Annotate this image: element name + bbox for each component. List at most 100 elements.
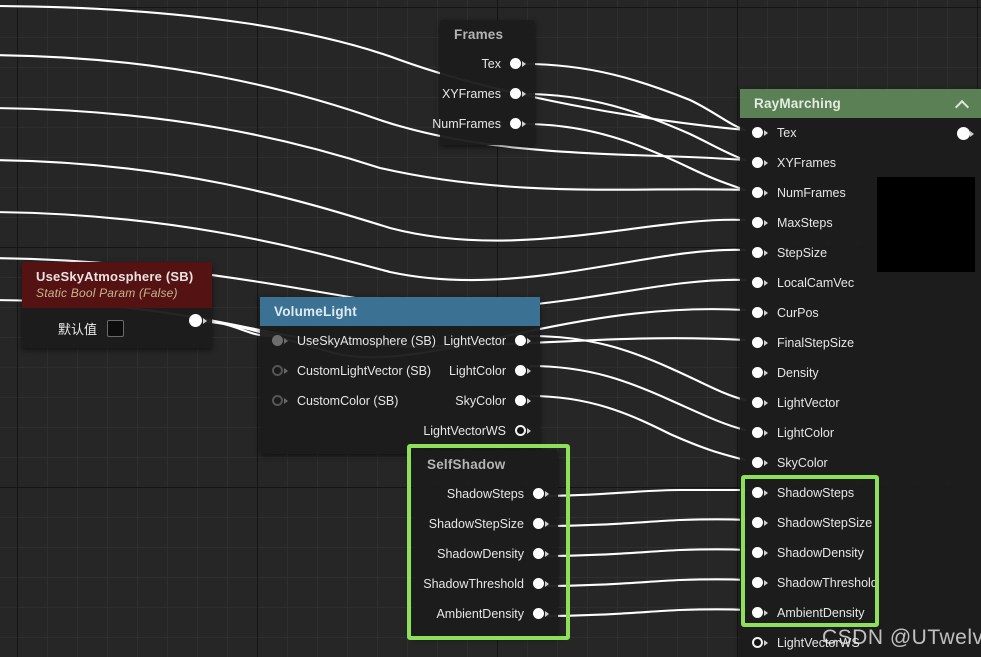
node-ray-marching-title: RayMarching xyxy=(754,96,841,111)
pin-customlightvector-in[interactable] xyxy=(272,364,288,378)
pin-row-rm-lightvectorws[interactable]: LightVectorWS xyxy=(740,628,981,657)
pin-label-lightvector-out: LightVector xyxy=(443,334,506,348)
pin-label-shadowstepsize-out: ShadowStepSize xyxy=(428,517,524,531)
pin-label-skycolor-out: SkyColor xyxy=(455,394,506,408)
node-use-sky-atmosphere-header[interactable]: UseSkyAtmosphere (SB) Static Bool Param … xyxy=(22,262,212,308)
pin-row-rm-lightcolor[interactable]: LightColor xyxy=(740,418,981,448)
pin-usesky-in[interactable] xyxy=(272,334,288,348)
pin-row-shadowdensity-out[interactable]: ShadowDensity xyxy=(413,539,558,569)
pin-label-rm-shadowdensity: ShadowDensity xyxy=(777,546,864,560)
pin-row-lightcolor-out[interactable]: LightColor xyxy=(390,356,540,386)
pin-label-shadowsteps-out: ShadowSteps xyxy=(446,487,524,501)
pin-label-rm-density: Density xyxy=(777,366,819,380)
node-volume-light-outputs: LightVector LightColor SkyColor LightVec… xyxy=(390,326,540,446)
pin-rm-lightvector[interactable] xyxy=(752,396,768,410)
pin-row-rm-finalstepsize[interactable]: FinalStepSize xyxy=(740,328,981,358)
blueprint-graph-canvas[interactable]: Frames Tex XYFrames NumFrames UseSkyAtmo… xyxy=(0,0,981,657)
pin-rm-stepsize[interactable] xyxy=(752,246,768,260)
node-preview-thumbnail xyxy=(877,177,975,272)
pin-row-rm-xyframes[interactable]: XYFrames xyxy=(740,148,981,178)
pin-row-rm-ambientdensity[interactable]: AmbientDensity xyxy=(740,598,981,628)
pin-rm-shadowstepsize[interactable] xyxy=(752,516,768,530)
pin-row-rm-density[interactable]: Density xyxy=(740,358,981,388)
pin-row-shadowsteps-out[interactable]: ShadowSteps xyxy=(413,479,558,509)
pin-row-ambientdensity-out[interactable]: AmbientDensity xyxy=(413,599,558,629)
node-use-sky-atmosphere[interactable]: UseSkyAtmosphere (SB) Static Bool Param … xyxy=(22,262,212,348)
pin-shadowstepsize-out[interactable] xyxy=(533,517,549,531)
node-self-shadow[interactable]: SelfShadow ShadowSteps ShadowStepSize Sh… xyxy=(413,450,558,637)
pin-rm-localcamvec[interactable] xyxy=(752,276,768,290)
pin-rm-curpos[interactable] xyxy=(752,306,768,320)
pin-row-rm-shadowthreshold[interactable]: ShadowThreshold xyxy=(740,568,981,598)
pin-row-rm-tex[interactable]: Tex xyxy=(740,118,981,148)
node-frames-outputs: Tex XYFrames NumFrames xyxy=(432,49,535,145)
pin-row-rm-shadowsteps[interactable]: ShadowSteps xyxy=(740,478,981,508)
node-frames-header[interactable]: Frames xyxy=(440,20,535,49)
pin-rm-xyframes[interactable] xyxy=(752,156,768,170)
node-volume-light-header[interactable]: VolumeLight xyxy=(260,297,540,326)
pin-rm-output[interactable] xyxy=(957,127,974,140)
pin-shadowthreshold-out[interactable] xyxy=(533,577,549,591)
pin-label-shadowdensity-out: ShadowDensity xyxy=(437,547,524,561)
pin-row-rm-localcamvec[interactable]: LocalCamVec xyxy=(740,268,981,298)
pin-row-rm-shadowdensity[interactable]: ShadowDensity xyxy=(740,538,981,568)
node-frames[interactable]: Frames Tex XYFrames NumFrames xyxy=(432,20,535,145)
pin-rm-shadowthreshold[interactable] xyxy=(752,576,768,590)
pin-row-rm-skycolor[interactable]: SkyColor xyxy=(740,448,981,478)
pin-row-rm-lightvector[interactable]: LightVector xyxy=(740,388,981,418)
pin-label-rm-lightvector: LightVector xyxy=(777,396,840,410)
pin-use-sky-atmosphere-output[interactable] xyxy=(189,314,207,327)
pin-row-lightvector-out[interactable]: LightVector xyxy=(390,326,540,356)
pin-rm-tex[interactable] xyxy=(752,126,768,140)
chevron-up-icon[interactable] xyxy=(955,99,969,108)
pin-rm-lightcolor[interactable] xyxy=(752,426,768,440)
pin-row-tex[interactable]: Tex xyxy=(440,49,535,79)
pin-rm-lightvectorws[interactable] xyxy=(752,636,768,650)
node-volume-light[interactable]: VolumeLight UseSkyAtmosphere (SB) Custom… xyxy=(260,297,540,454)
pin-rm-shadowdensity[interactable] xyxy=(752,546,768,560)
pin-label-rm-shadowstepsize: ShadowStepSize xyxy=(777,516,873,530)
pin-tex[interactable] xyxy=(510,57,526,71)
pin-row-rm-shadowstepsize[interactable]: ShadowStepSize xyxy=(740,508,981,538)
pin-label-rm-shadowsteps: ShadowSteps xyxy=(777,486,855,500)
pin-lightvectorws-out[interactable] xyxy=(515,424,531,438)
pin-label-rm-skycolor: SkyColor xyxy=(777,456,828,470)
pin-rm-finalstepsize[interactable] xyxy=(752,336,768,350)
default-value-checkbox[interactable] xyxy=(107,319,125,337)
pin-row-rm-curpos[interactable]: CurPos xyxy=(740,298,981,328)
pin-label-rm-stepsize: StepSize xyxy=(777,246,828,260)
pin-label-rm-localcamvec: LocalCamVec xyxy=(777,276,855,290)
pin-label-rm-tex: Tex xyxy=(777,126,797,140)
pin-row-xyframes[interactable]: XYFrames xyxy=(440,79,535,109)
pin-label-tex: Tex xyxy=(481,57,501,71)
pin-lightcolor-out[interactable] xyxy=(515,364,531,378)
pin-customcolor-in[interactable] xyxy=(272,394,288,408)
pin-ambientdensity-out[interactable] xyxy=(533,607,549,621)
pin-rm-numframes[interactable] xyxy=(752,186,768,200)
pin-rm-shadowsteps[interactable] xyxy=(752,486,768,500)
pin-row-numframes[interactable]: NumFrames xyxy=(432,109,535,139)
pin-label-rm-maxsteps: MaxSteps xyxy=(777,216,833,230)
node-self-shadow-header[interactable]: SelfShadow xyxy=(413,450,558,479)
pin-shadowsteps-out[interactable] xyxy=(533,487,549,501)
pin-numframes[interactable] xyxy=(510,117,526,131)
pin-row-shadowstepsize-out[interactable]: ShadowStepSize xyxy=(413,509,558,539)
pin-row-lightvectorws-out[interactable]: LightVectorWS xyxy=(390,416,540,446)
pin-rm-skycolor[interactable] xyxy=(752,456,768,470)
pin-label-rm-numframes: NumFrames xyxy=(777,186,846,200)
pin-skycolor-out[interactable] xyxy=(515,394,531,408)
pin-lightvector-out[interactable] xyxy=(515,334,531,348)
node-use-sky-atmosphere-subtitle: Static Bool Param (False) xyxy=(36,286,178,300)
pin-label-xyframes: XYFrames xyxy=(441,87,501,101)
pin-row-shadowthreshold-out[interactable]: ShadowThreshold xyxy=(413,569,558,599)
pin-rm-maxsteps[interactable] xyxy=(752,216,768,230)
pin-rm-ambientdensity[interactable] xyxy=(752,606,768,620)
node-ray-marching-header[interactable]: RayMarching xyxy=(740,89,981,118)
pin-row-skycolor-out[interactable]: SkyColor xyxy=(390,386,540,416)
pin-rm-density[interactable] xyxy=(752,366,768,380)
pin-label-shadowthreshold-out: ShadowThreshold xyxy=(423,577,524,591)
default-value-row: 默认值 xyxy=(22,308,212,348)
pin-shadowdensity-out[interactable] xyxy=(533,547,549,561)
node-ray-marching[interactable]: RayMarching Tex XYFrames NumFrames MaxSt… xyxy=(740,89,981,657)
pin-xyframes[interactable] xyxy=(510,87,526,101)
